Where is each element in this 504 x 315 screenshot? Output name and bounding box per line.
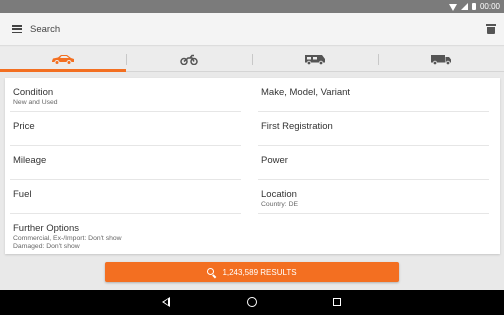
back-icon[interactable] xyxy=(162,297,170,307)
search-icon xyxy=(207,267,217,278)
wifi-icon xyxy=(448,3,457,11)
filter-fuel-title: Fuel xyxy=(13,189,32,200)
tab-car[interactable] xyxy=(0,47,126,72)
filter-price[interactable]: Price xyxy=(5,112,241,146)
trash-icon[interactable] xyxy=(486,24,496,34)
car-icon xyxy=(52,54,74,65)
filter-location[interactable]: Location Country: DE xyxy=(253,180,489,214)
filter-further-options-title: Further Options xyxy=(13,223,79,234)
vehicle-type-tabs xyxy=(0,47,504,72)
signal-icon xyxy=(460,3,468,10)
search-toolbar: Search xyxy=(0,13,504,46)
android-nav-bar xyxy=(0,290,504,315)
filter-make-model[interactable]: Make, Model, Variant xyxy=(253,78,489,112)
divider xyxy=(258,213,489,214)
filter-make-model-title: Make, Model, Variant xyxy=(261,87,351,98)
home-icon[interactable] xyxy=(247,297,257,307)
filter-further-options-value-1: Commercial, Ex-/Import: Don't show xyxy=(13,235,122,242)
filter-further-options[interactable]: Further Options Commercial, Ex-/Import: … xyxy=(5,214,241,254)
status-time: 00:00 xyxy=(479,2,500,11)
motorhome-icon xyxy=(305,54,325,65)
status-bar: 00:00 xyxy=(0,0,504,13)
filter-first-registration-title: First Registration xyxy=(261,121,333,132)
filter-further-options-value-2: Damaged: Don't show xyxy=(13,243,80,250)
tab-truck[interactable] xyxy=(378,47,504,71)
filter-condition-value: New and Used xyxy=(13,99,58,106)
filter-mileage[interactable]: Mileage xyxy=(5,146,241,180)
filter-condition[interactable]: Condition New and Used xyxy=(5,78,241,112)
filter-mileage-title: Mileage xyxy=(13,155,47,166)
show-results-button[interactable]: 1,243,589 RESULTS xyxy=(105,262,399,282)
truck-icon xyxy=(431,54,451,65)
battery-icon xyxy=(471,3,476,10)
filter-power-title: Power xyxy=(261,155,288,166)
filter-fuel[interactable]: Fuel xyxy=(5,180,241,214)
recent-apps-icon[interactable] xyxy=(333,298,341,306)
filter-price-title: Price xyxy=(13,121,35,132)
search-label[interactable]: Search xyxy=(30,24,60,35)
tab-motorcycle[interactable] xyxy=(126,47,252,71)
filter-location-value: Country: DE xyxy=(261,201,299,208)
search-filters-card: Condition New and Used Make, Model, Vari… xyxy=(5,78,500,254)
filter-power[interactable]: Power xyxy=(253,146,489,180)
filter-condition-title: Condition xyxy=(13,87,54,98)
menu-icon[interactable] xyxy=(12,25,22,33)
results-count-label: 1,243,589 RESULTS xyxy=(222,267,297,277)
motorcycle-icon xyxy=(180,54,198,65)
tab-motorhome[interactable] xyxy=(252,47,378,71)
filter-first-registration[interactable]: First Registration xyxy=(253,112,489,146)
filter-location-title: Location xyxy=(261,189,297,200)
